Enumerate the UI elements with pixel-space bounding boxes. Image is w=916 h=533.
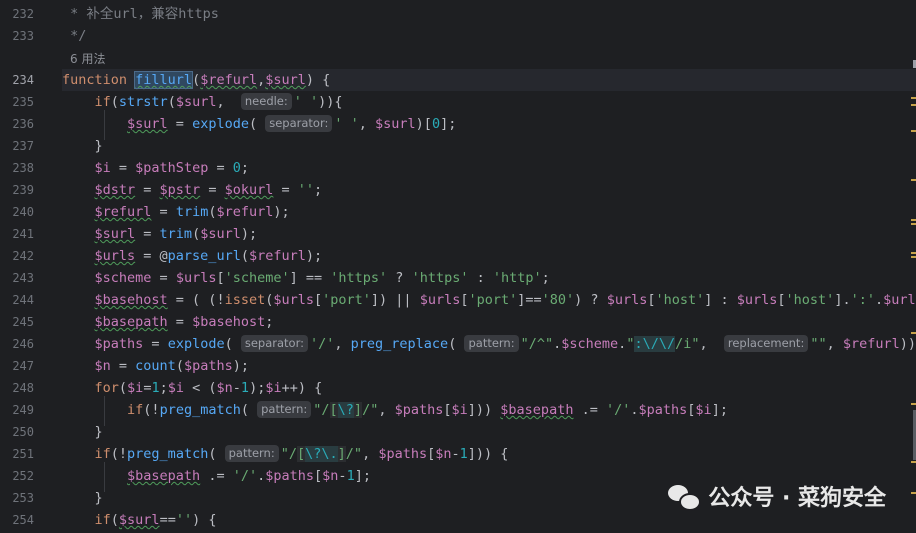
code-line-234: function fillurl($refurl,$surl) { (62, 69, 916, 91)
code-line-250: } (62, 424, 103, 440)
code-line-235: if(strstr($surl, needle: ' ')){ (94, 93, 343, 110)
keyword-function: function (62, 72, 136, 88)
paren: ) { (305, 72, 331, 88)
comment-text: * 补全url，兼容https (62, 6, 219, 22)
warning-marker[interactable] (911, 252, 916, 254)
line-number[interactable]: 244 (0, 289, 34, 311)
code-line-245: $basepath = $basehost; (94, 314, 274, 330)
code-line-251: if(!preg_match( pattern: "/[\?\.]/", $pat… (94, 445, 509, 462)
usage-count-hint[interactable]: 6 用法 (70, 49, 105, 69)
line-number[interactable]: 243 (0, 267, 34, 289)
code-line-244: $basehost = ( (!isset($urls['port']) || … (94, 292, 916, 308)
param-hint: needle: (240, 93, 292, 110)
line-number[interactable]: 238 (0, 157, 34, 179)
param-refurl: $refurl (200, 72, 258, 88)
warning-marker[interactable] (911, 403, 916, 405)
line-number[interactable]: 247 (0, 355, 34, 377)
wechat-icon (668, 483, 702, 511)
code-line-240: $refurl = trim($refurl); (94, 204, 290, 220)
code-line-242: $urls = @parse_url($refurl); (94, 248, 323, 264)
code-line-248: for($i=1;$i < ($n-1);$i++) { (94, 380, 323, 396)
code-line-241: $surl = trim($surl); (94, 226, 258, 242)
line-number[interactable]: 253 (0, 487, 34, 509)
param-hint: separator: (240, 335, 308, 352)
line-number[interactable]: 235 (0, 91, 34, 113)
line-number[interactable]: 233 (0, 25, 34, 47)
code-line-232: * 补全url，兼容https (62, 3, 916, 25)
param-hint: separator: (265, 115, 333, 132)
code-line-239: $dstr = $pstr = $okurl = ''; (94, 182, 323, 198)
warning-marker[interactable] (911, 223, 916, 225)
code-line-233: */ (62, 25, 916, 47)
warning-marker[interactable] (911, 179, 916, 181)
function-name[interactable]: fillurl (134, 71, 194, 89)
watermark: 公众号 · 菜狗安全 (668, 479, 886, 513)
param-hint: pattern: (257, 401, 312, 418)
code-line-247: $n = count($paths); (94, 358, 249, 374)
warning-marker[interactable] (911, 332, 916, 334)
code-line-246: $paths = explode( separator: '/', preg_re… (94, 335, 916, 352)
paren: ( (192, 72, 201, 88)
warning-marker[interactable] (911, 97, 916, 99)
param-hint: pattern: (224, 445, 279, 462)
param-hint: replacement: (723, 335, 809, 352)
line-number[interactable]: 242 (0, 245, 34, 267)
code-line-249: if(!preg_match( pattern: "/[\?]/", $paths… (127, 401, 728, 418)
line-number[interactable]: 251 (0, 443, 34, 465)
param-surl: $surl (265, 72, 306, 88)
line-number[interactable]: 234 (0, 69, 34, 91)
line-number[interactable]: 236 (0, 113, 34, 135)
warning-marker[interactable] (911, 461, 916, 463)
warning-marker[interactable] (911, 256, 916, 258)
warning-marker[interactable] (911, 104, 916, 106)
line-number[interactable]: 232 (0, 3, 34, 25)
line-number[interactable]: 246 (0, 333, 34, 355)
line-number[interactable]: 249 (0, 399, 34, 421)
code-line-237: } (62, 138, 103, 154)
warning-marker[interactable] (911, 130, 916, 132)
line-number[interactable]: 240 (0, 201, 34, 223)
watermark-text: 公众号 · 菜狗安全 (708, 486, 886, 511)
line-number[interactable]: 241 (0, 223, 34, 245)
comment-text: */ (62, 28, 87, 44)
line-number[interactable]: 248 (0, 377, 34, 399)
code-line-243: $scheme = $urls['scheme'] == 'https' ? '… (94, 270, 550, 286)
line-number[interactable]: 254 (0, 509, 34, 531)
warning-marker[interactable] (911, 219, 916, 221)
line-number-gutter: 232 233 234 235 236 237 238 239 240 241 242 243 244 2… (0, 0, 62, 533)
param-hint: pattern: (464, 335, 519, 352)
line-number[interactable]: 245 (0, 311, 34, 333)
code-area[interactable]: * 补全url，兼容https */ 6 用法 function fillurl… (62, 0, 916, 533)
warning-marker[interactable] (911, 492, 916, 494)
code-line-238: $i = $pathStep = 0; (94, 160, 249, 176)
line-number[interactable]: 250 (0, 421, 34, 443)
line-number[interactable]: 239 (0, 179, 34, 201)
code-line-236: $surl = explode( separator: ' ', $surl)[0… (127, 115, 457, 132)
code-editor[interactable]: 232 233 234 235 236 237 238 239 240 241 242 243 244 2… (0, 0, 916, 533)
line-number[interactable]: 252 (0, 465, 34, 487)
line-number[interactable]: 237 (0, 135, 34, 157)
